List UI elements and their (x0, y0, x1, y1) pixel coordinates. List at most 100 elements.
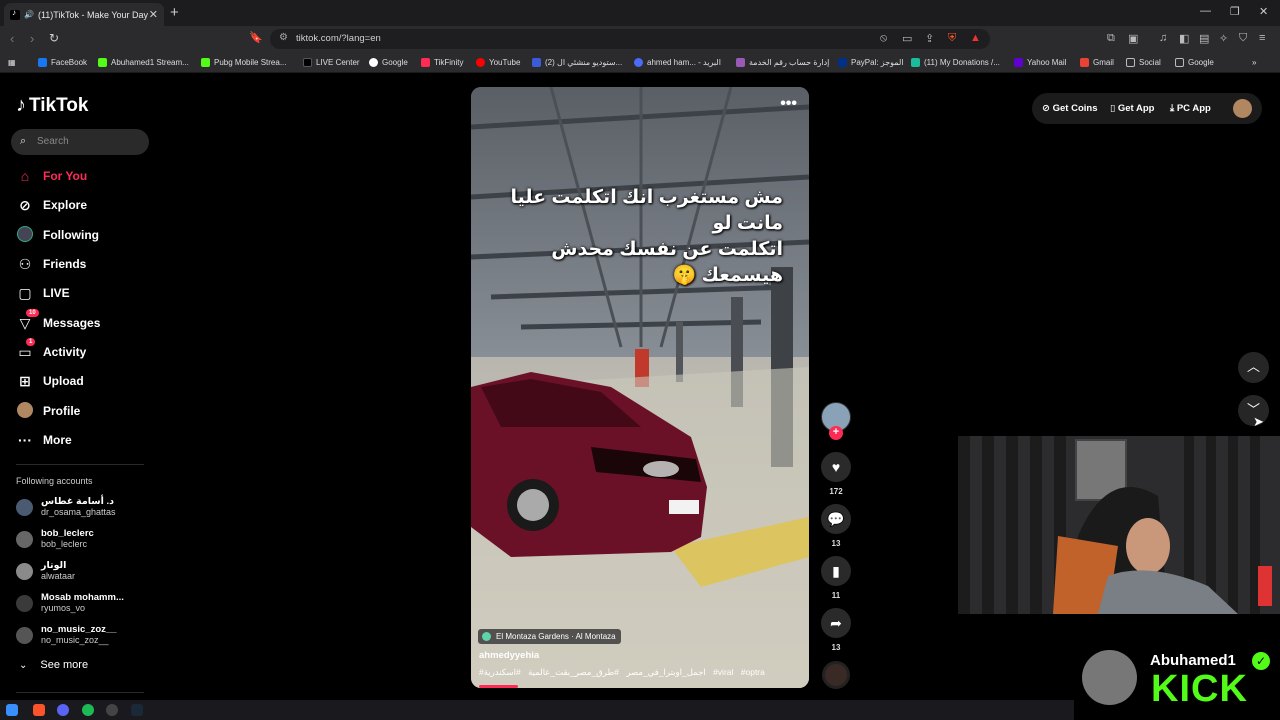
following-account[interactable]: د. أسامة غطاس dr_osama_ghattas (16, 496, 116, 518)
tiktok-logo[interactable]: ♪ TikTok (16, 94, 88, 117)
leo-icon[interactable]: ✧ (1219, 32, 1228, 45)
bookmark-item[interactable]: (11) My Donations /... (911, 58, 1000, 67)
search-input[interactable]: ⌕ Search (11, 129, 149, 155)
following-account[interactable]: no_music_zoz__ no_music_zoz__ (16, 624, 117, 646)
cast-icon[interactable]: ▭ (902, 32, 912, 45)
previous-video-button[interactable]: ︿ (1238, 352, 1269, 383)
nav-profile[interactable]: Profile (16, 401, 80, 421)
back-icon[interactable]: ‹ (10, 31, 14, 46)
hashtag[interactable]: #optra (741, 667, 765, 677)
wallet-icon[interactable]: ▤ (1199, 32, 1209, 45)
paypal-icon (838, 58, 847, 67)
nav-more[interactable]: ··· More (16, 430, 72, 450)
bookmark-folder[interactable]: Google (1175, 58, 1214, 67)
spotify-taskbar-icon[interactable] (82, 704, 94, 716)
following-account[interactable]: Mosab mohamm... ryumos_vo (16, 592, 124, 614)
following-account[interactable]: الوتار alwataar (16, 560, 75, 582)
menu-icon[interactable]: ≡ (1259, 32, 1265, 44)
search-icon: ⌕ (20, 135, 27, 147)
screenshot-icon[interactable]: ▣ (1128, 32, 1138, 45)
hashtag[interactable]: #viral (713, 667, 733, 677)
forward-icon[interactable]: › (30, 31, 34, 46)
bookmark-item[interactable]: LIVE Center (303, 58, 360, 67)
share-arrow-icon: ➦ (821, 608, 851, 638)
video-progress-bar[interactable] (479, 685, 518, 688)
reload-icon[interactable]: ↻ (49, 31, 59, 45)
sound-disc-icon[interactable] (822, 661, 850, 689)
brave-rewards-icon[interactable]: ▲ (970, 32, 981, 44)
address-toolbar: ‹ › ↻ 🔖 ⚙ tiktok.com/?lang=en ⦸ ▭ ⇪ ⛨ ▲ … (0, 26, 1280, 53)
sidebar-toggle-icon[interactable]: ◧ (1179, 32, 1189, 45)
hashtag[interactable]: #طرق_مصر_بقت_عالمية (528, 667, 619, 677)
close-tab-icon[interactable]: ✕ (149, 8, 158, 21)
brave-taskbar-icon[interactable] (33, 704, 45, 716)
hashtag[interactable]: #اسكندرية (484, 667, 521, 677)
nav-following[interactable]: Following (16, 225, 99, 245)
nav-activity[interactable]: ▭ 1 Activity (16, 337, 86, 362)
browser-tab[interactable]: 🔊 (11)TikTok - Make Your Day ✕ (4, 3, 164, 26)
user-avatar[interactable] (1233, 99, 1252, 118)
nav-for-you[interactable]: ⌂ For You (16, 166, 87, 186)
bookmark-item[interactable]: FaceBook (38, 58, 87, 67)
video-more-button[interactable]: ••• (780, 95, 797, 113)
see-more-button[interactable]: ⌄ See more (19, 659, 88, 671)
save-button[interactable]: ▮ 11 (821, 556, 851, 600)
extensions-icon[interactable]: ⧉ (1107, 32, 1115, 45)
obs-taskbar-icon[interactable] (106, 704, 118, 716)
vpn-icon[interactable]: ⛉ (1239, 32, 1247, 45)
bookmark-icon[interactable]: 🔖 (249, 31, 263, 44)
no-tracking-icon[interactable]: ⦸ (880, 32, 887, 45)
follow-plus-icon[interactable]: + (829, 426, 843, 440)
like-button[interactable]: ♥ 172 (821, 452, 851, 496)
upload-icon: ⊞ (19, 372, 31, 389)
verified-check-icon: ✓ (1252, 652, 1270, 670)
video-hashtags: #اجمل_اوبترا_في_مصر #طرق_مصر_بقت_عالمية … (479, 667, 770, 678)
location-tag[interactable]: El Montaza Gardens · Al Montaza (478, 629, 621, 644)
share-button[interactable]: ➦ 13 (821, 608, 851, 652)
compass-icon: ⊘ (19, 196, 31, 213)
nav-friends[interactable]: ⚇ Friends (16, 254, 87, 274)
pc-app-button[interactable]: ⤓ PC App (1170, 103, 1211, 114)
bookmark-item[interactable]: إدارة حساب رقم الخدمة (736, 58, 829, 67)
bookmark-item[interactable]: (2) ستوديو منشئي ال... (532, 58, 622, 67)
bookmark-item[interactable]: PayPal: الموجز (838, 58, 904, 67)
get-coins-button[interactable]: ⊘ Get Coins (1042, 103, 1097, 114)
nav-live[interactable]: ▢ LIVE (16, 283, 69, 303)
close-window-button[interactable]: ✕ (1259, 5, 1268, 18)
nav-messages[interactable]: ▽ 10 Messages (16, 308, 100, 333)
bookmark-item[interactable]: TikFinity (421, 58, 463, 67)
brave-shield-icon[interactable]: ⛨ (948, 32, 956, 45)
share-icon[interactable]: ⇪ (925, 32, 934, 45)
mail-icon (634, 58, 643, 67)
bookmark-item[interactable]: Yahoo Mail (1014, 58, 1066, 67)
bookmark-folder[interactable]: Social (1126, 58, 1161, 67)
speaker-icon[interactable]: 🔊 (24, 10, 34, 19)
bookmark-item[interactable]: Pubg Mobile Strea... (201, 58, 286, 67)
messages-badge: 10 (26, 308, 39, 317)
get-app-button[interactable]: ▯ Get App (1110, 103, 1154, 114)
new-tab-button[interactable]: + (170, 4, 179, 21)
bookmark-item[interactable]: Abuhamed1 Stream... (98, 58, 189, 67)
webcam-overlay (958, 436, 1280, 614)
windows-start-icon[interactable] (6, 704, 18, 716)
apps-icon[interactable]: ▦ (8, 58, 16, 67)
bookmark-item[interactable]: Google (369, 58, 408, 67)
minimize-button[interactable]: — (1200, 5, 1211, 17)
restore-button[interactable]: ❐ (1230, 5, 1240, 18)
video-author[interactable]: ahmedyyehia (479, 650, 539, 661)
bookmark-item[interactable]: ahmed ham... - البريد (634, 58, 721, 67)
media-icon[interactable]: ♫ (1159, 32, 1167, 44)
bookmark-item[interactable]: Gmail (1080, 58, 1114, 67)
bookmark-item[interactable]: YouTube (476, 58, 520, 67)
video-player[interactable]: ••• مش مستغرب انك اتكلمت عليا مانت لو ات… (471, 87, 809, 688)
following-account[interactable]: bob_leclerc bob_leclerc (16, 528, 94, 550)
nav-upload[interactable]: ⊞ Upload (16, 371, 84, 391)
bookmarks-overflow-icon[interactable]: » (1252, 58, 1256, 67)
steam-taskbar-icon[interactable] (131, 704, 143, 716)
kick-stream-badge: Abuhamed1 ✓ KICK (1074, 636, 1280, 720)
comment-button[interactable]: 💬 13 (821, 504, 851, 548)
site-info-icon[interactable]: ⚙ (279, 32, 288, 43)
logo-text: TikTok (29, 94, 89, 116)
nav-explore[interactable]: ⊘ Explore (16, 195, 87, 215)
discord-taskbar-icon[interactable] (57, 704, 69, 716)
